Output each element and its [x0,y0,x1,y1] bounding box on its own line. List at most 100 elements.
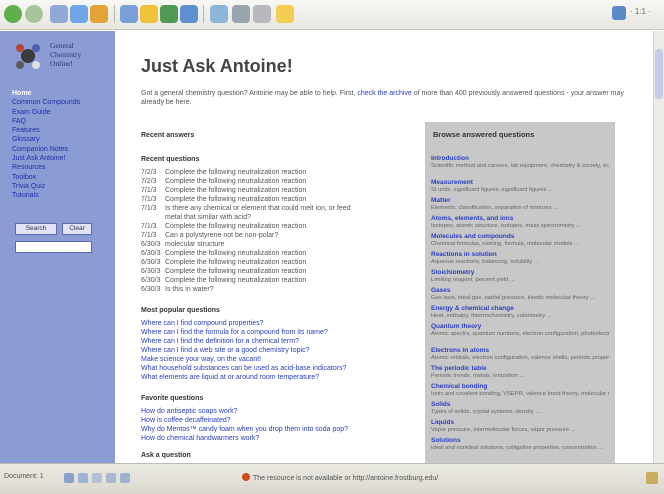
list-item[interactable]: 7/1/3 Is there any chemical or element th… [141,204,421,213]
list-item[interactable]: 6/30/3 Complete the following neutralizat… [141,258,421,267]
sidebar-item-just-ask-antoine[interactable]: Just Ask Antoine! [12,154,80,163]
search-input[interactable] [15,241,92,253]
topic-item[interactable]: Introduction Scientific method and career… [431,155,609,170]
history-icon[interactable] [180,5,198,23]
topic-name[interactable]: Introduction [431,155,609,163]
question-text: Complete the following neutralization re… [165,196,307,203]
sidebar-item-home[interactable]: Home [12,89,80,98]
question-date: 7/1/3 [141,187,157,194]
search-icon[interactable] [120,5,138,23]
back-icon[interactable] [4,5,22,23]
topics-panel-title: Browse answered questions [433,130,535,139]
home-icon[interactable] [90,5,108,23]
archive-link[interactable]: check the archive [357,90,411,97]
topic-name[interactable]: Stoichiometry [431,269,609,277]
topic-name[interactable]: Reactions in solution [431,251,609,259]
topic-item[interactable]: Liquids Vapor pressure, intermolecular fo… [431,419,609,434]
browse-topics-panel: Browse answered questions Introduction Sc… [425,122,615,463]
list-item[interactable]: 7/1/3 Complete the following neutralizati… [141,195,421,204]
sidebar-item-faq[interactable]: FAQ [12,117,80,126]
topic-name[interactable]: Liquids [431,419,609,427]
forward-icon[interactable] [25,5,43,23]
search-button[interactable]: Search [15,223,57,235]
topic-name[interactable]: Molecules and compounds [431,233,609,241]
security-icon[interactable] [646,472,658,484]
topic-item[interactable]: Stoichiometry Limiting reagent, percent y… [431,269,609,284]
topic-name[interactable]: Energy & chemical change [431,305,609,313]
media-icon[interactable] [160,5,178,23]
topic-name[interactable]: Chemical bonding [431,383,609,391]
popular-question-link[interactable]: Make science your way, on the vacant! [141,355,421,364]
topic-name[interactable]: Atoms, elements, and ions [431,215,609,223]
topic-item[interactable]: Solids Types of solids, crystal systems, … [431,401,609,416]
question-date: 7/1/3 [141,196,157,203]
sidebar-item-common-compounds[interactable]: Common Compounds [12,98,80,107]
site-logo[interactable]: General Chemistry Online! [12,39,108,77]
list-item[interactable]: 7/2/3 Complete the following neutralizati… [141,177,421,186]
topic-item[interactable]: Electrons in atoms Atomic orbitals, elect… [431,347,609,362]
sidebar-item-glossary[interactable]: Glossary [12,135,80,144]
sidebar-item-tutorials[interactable]: Tutorials [12,191,80,200]
scrollbar-thumb[interactable] [655,49,663,99]
topic-name[interactable]: Measurement [431,179,609,187]
popular-question-link[interactable]: Where can I find the formula for a compo… [141,328,421,337]
list-item[interactable]: 6/30/3 Complete the following neutralizat… [141,267,421,276]
page-icon [78,473,88,483]
sidebar-item-exam-guide[interactable]: Exam Guide [12,108,80,117]
favorite-question-link[interactable]: Why do Mentos™ candy foam when you drop … [141,425,421,434]
topic-name[interactable]: Solutions [431,437,609,445]
favorite-question-link[interactable]: How do antiseptic soaps work? [141,407,421,416]
clear-button[interactable]: Clear [62,223,92,235]
folder-icon[interactable] [276,5,294,23]
list-item[interactable]: 6/30/3 molecular structure [141,240,421,249]
topic-item[interactable]: Atoms, elements, and ions Isotopes, atomi… [431,215,609,230]
popular-question-link[interactable]: Where can I find the definition for a ch… [141,337,421,346]
list-item[interactable]: 7/1/3 Can a polystyrene not be non-polar? [141,231,421,240]
popular-question-link[interactable]: Where can I find compound properties? [141,319,421,328]
recent-questions-list: 7/2/3 Complete the following neutralizati… [141,168,421,294]
topic-name[interactable]: Electrons in atoms [431,347,609,355]
list-item[interactable]: 6/30/3 Complete the following neutralizat… [141,276,421,285]
topic-item[interactable]: The periodic table Periodic trends, metal… [431,365,609,380]
question-date: 6/30/3 [141,268,161,275]
sidebar-item-features[interactable]: Features [12,126,80,135]
sidebar-item-trivia-quiz[interactable]: Trivia Quiz [12,182,80,191]
topic-name[interactable]: Quantum theory [431,323,609,331]
refresh-icon[interactable] [70,5,88,23]
sidebar-item-resources[interactable]: Resources [12,163,80,172]
topic-name[interactable]: The periodic table [431,365,609,373]
stop-icon[interactable] [50,5,68,23]
mail-icon[interactable] [210,5,228,23]
topic-item[interactable]: Measurement SI units, significant figures… [431,179,609,194]
sidebar-item-companion-notes[interactable]: Companion Notes [12,145,80,154]
topic-item[interactable]: Matter Elements, classification, separati… [431,197,609,212]
list-item[interactable]: 7/2/3 Complete the following neutralizati… [141,168,421,177]
topic-item[interactable]: Reactions in solution Aqueous reactions, … [431,251,609,266]
topic-name[interactable]: Solids [431,401,609,409]
print-icon[interactable] [232,5,250,23]
status-document: Document: 1 [4,473,44,480]
favorite-question-link[interactable]: How is coffee decaffeinated? [141,416,421,425]
popular-question-link[interactable]: What household substances can be used as… [141,364,421,373]
topic-item[interactable]: Molecules and compounds Chemical formulas… [431,233,609,248]
topic-name[interactable]: Gases [431,287,609,295]
edit-icon[interactable] [253,5,271,23]
popular-question-link[interactable]: Where can I find a web site or a good ch… [141,346,421,355]
list-item[interactable]: metal that similar with acid? [141,213,421,222]
vertical-scrollbar[interactable] [653,31,664,463]
list-item[interactable]: 7/1/3 Complete the following neutralizati… [141,222,421,231]
favorites-icon[interactable] [140,5,158,23]
favorite-question-link[interactable]: How do chemical handwarmers work? [141,434,421,443]
popular-question-link[interactable]: What elements are liquid at or around ro… [141,373,421,382]
list-item[interactable]: 6/30/3 Is this in water? [141,285,421,294]
topic-item[interactable]: Chemical bonding Ionic and covalent bondi… [431,383,609,398]
topic-item[interactable]: Energy & chemical change Heat, enthalpy, … [431,305,609,320]
topic-item[interactable]: Gases Gas laws, ideal gas, partial pressu… [431,287,609,302]
sidebar-item-toolbox[interactable]: Toolbox [12,173,80,182]
list-item[interactable]: 7/1/3 Complete the following neutralizati… [141,186,421,195]
topic-item[interactable]: Quantum theory Atomic spectra, quantum nu… [431,323,609,338]
topic-name[interactable]: Matter [431,197,609,205]
topic-item[interactable]: Solutions Ideal and nonideal solutions, c… [431,437,609,452]
list-item[interactable]: 6/30/3 Complete the following neutralizat… [141,249,421,258]
zoom-control[interactable]: · 1:1 · [612,6,660,22]
